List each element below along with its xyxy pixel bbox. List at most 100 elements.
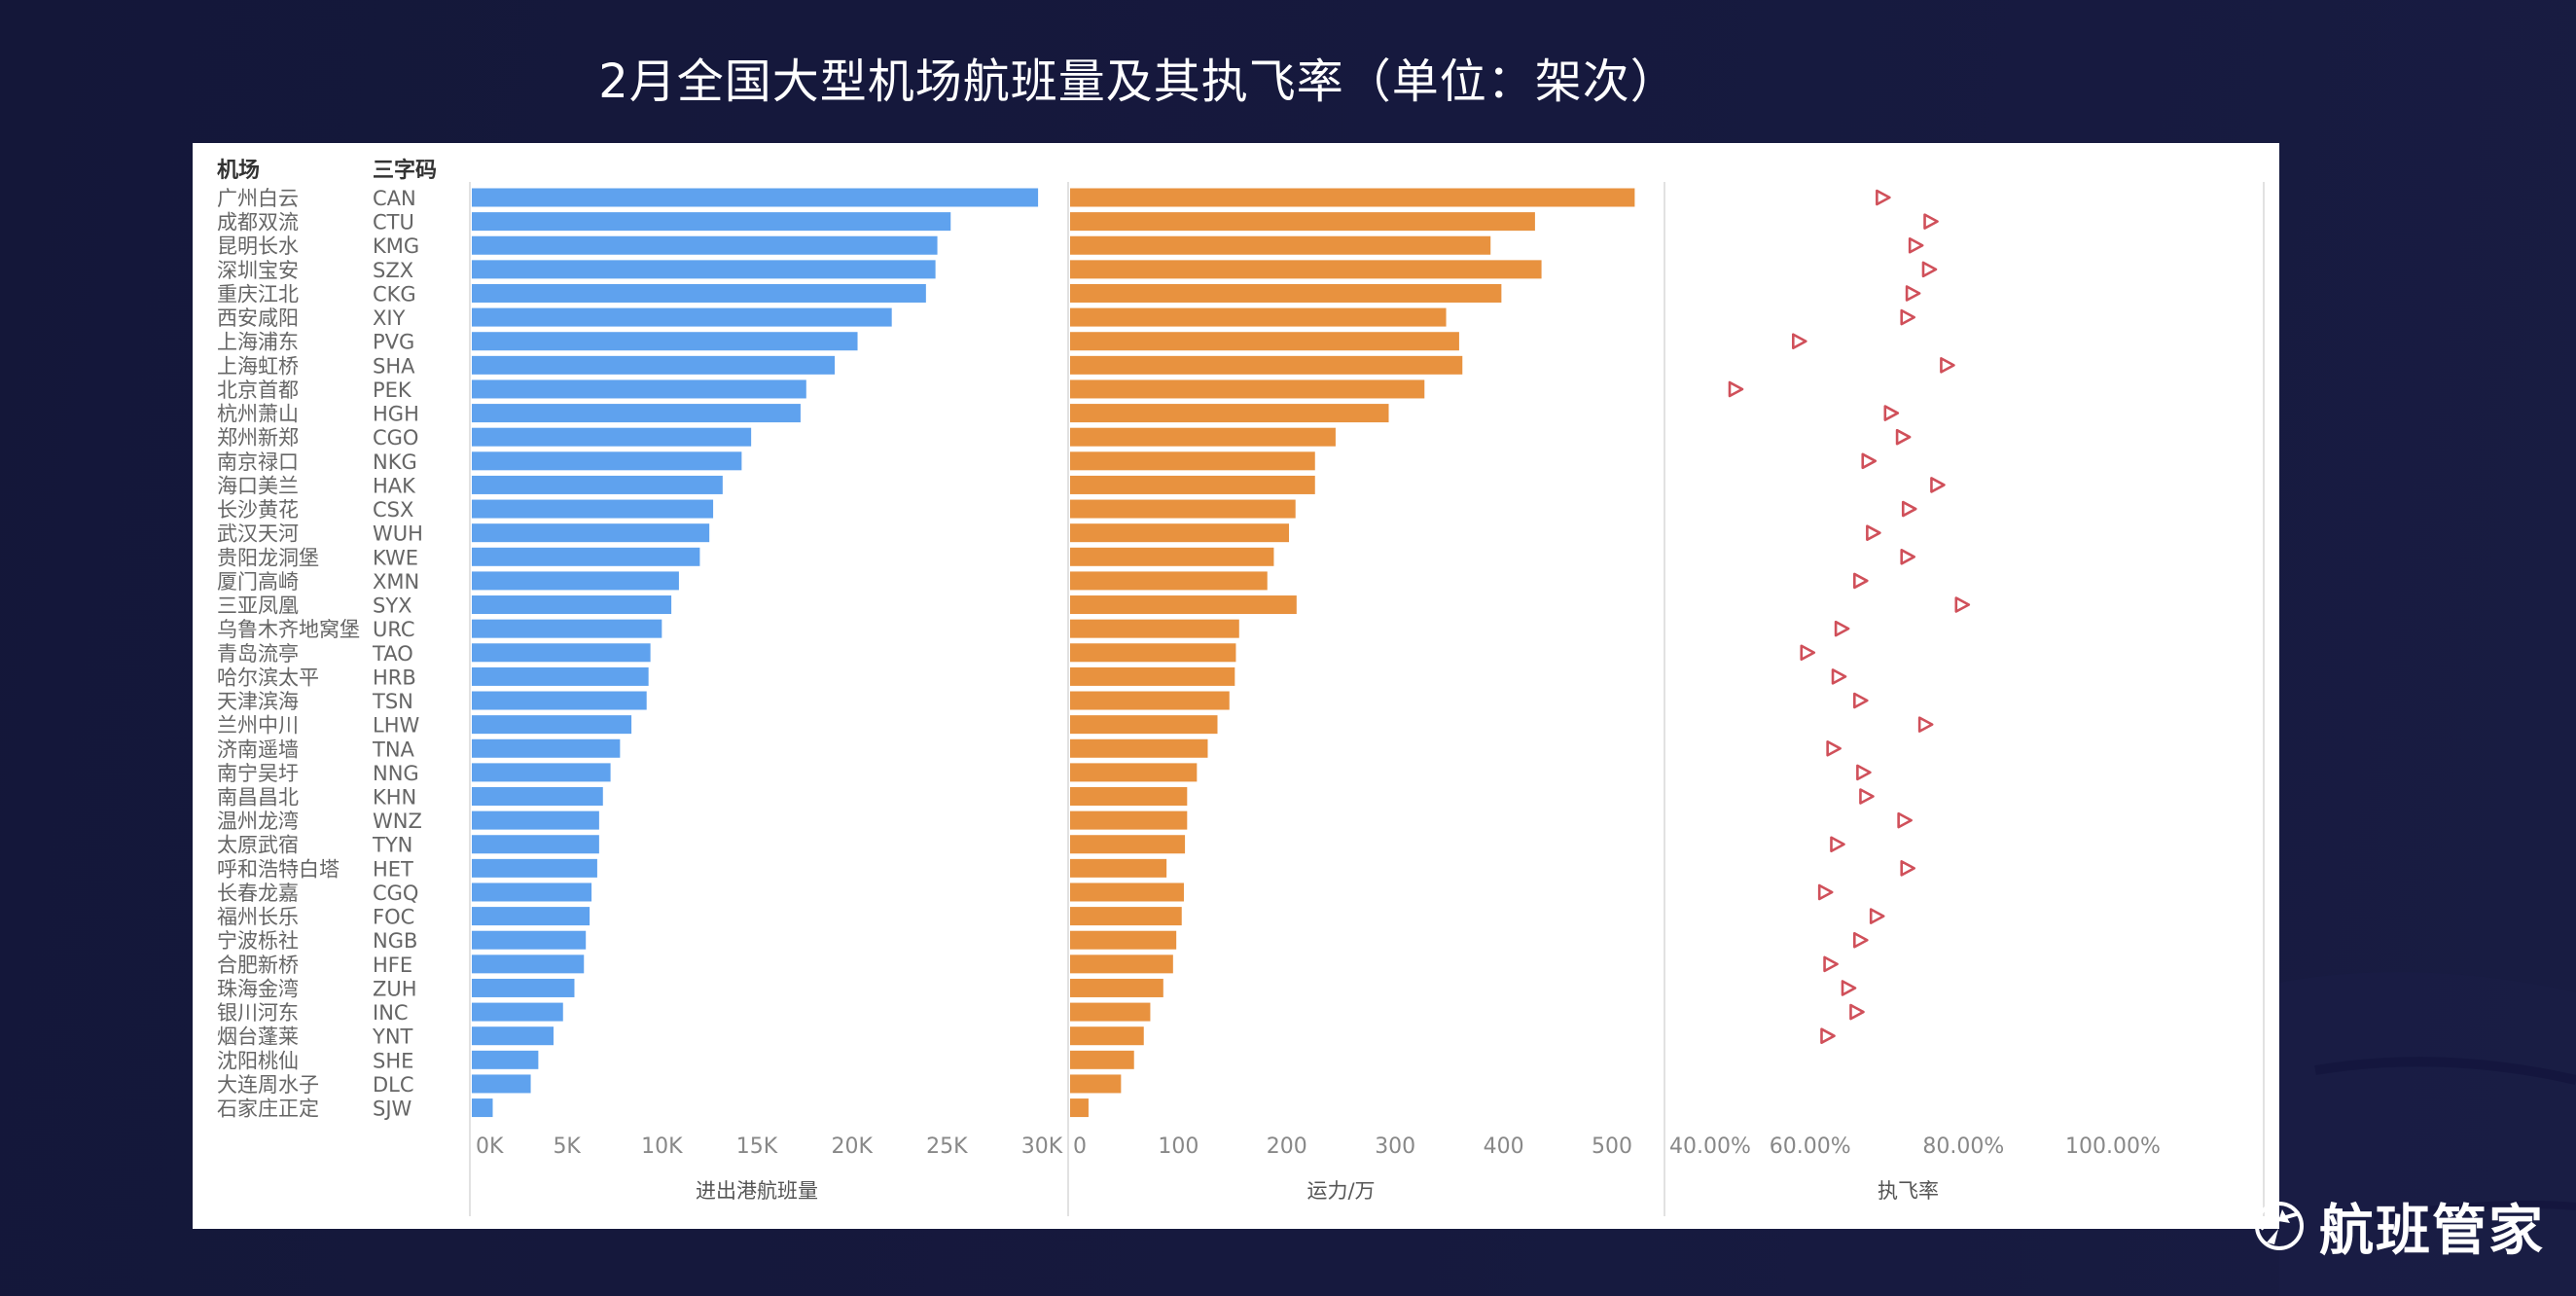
airport-column-header: 机场 (217, 159, 260, 183)
airport-code-label: HAK (373, 474, 416, 497)
airport-name-label: 兰州中川 (217, 714, 299, 738)
flights-bar (472, 1074, 531, 1094)
flights-bar (472, 930, 587, 950)
capacity-bar (1070, 1074, 1122, 1094)
flights-bar (472, 835, 599, 854)
execution-rate-marker (1901, 500, 1917, 518)
airport-name-label: 南京禄口 (217, 450, 299, 474)
axis-tick-label: 300 (1375, 1134, 1415, 1159)
capacity-bar (1070, 427, 1336, 447)
flights-bar (472, 643, 651, 663)
flights-bar (472, 188, 1039, 207)
capacity-bar (1070, 307, 1447, 327)
flights-bar (472, 523, 710, 543)
airport-code-label: CKG (373, 282, 416, 306)
execution-rate-marker (1923, 213, 1939, 230)
capacity-bar (1070, 738, 1208, 758)
capacity-bar (1070, 451, 1315, 471)
execution-rate-marker (1908, 236, 1924, 254)
capacity-bar (1070, 475, 1315, 494)
capacity-bar (1070, 235, 1491, 255)
capacity-bar (1070, 260, 1542, 279)
chart-title: 2月全国大型机场航班量及其执飞率（单位：架次） (598, 54, 1678, 109)
flights-bar (472, 235, 938, 255)
axis-tick-label: 15K (736, 1134, 778, 1159)
axis-title: 运力/万 (1306, 1179, 1375, 1203)
airport-name-label: 温州龙湾 (217, 810, 299, 833)
execution-rate-marker (1876, 189, 1891, 206)
flights-bar (472, 499, 714, 519)
execution-rate-marker (1883, 405, 1900, 421)
airport-name-label: 珠海金湾 (217, 977, 299, 1000)
execution-rate-marker (1861, 452, 1878, 470)
capacity-bar (1070, 882, 1184, 902)
airport-code-label: SJW (373, 1098, 412, 1121)
airport-code-label: HGH (373, 403, 419, 426)
capacity-bar (1070, 666, 1235, 686)
axis-tick-label: 40.00% (1669, 1134, 1751, 1159)
execution-rate-marker (1823, 955, 1839, 973)
execution-rate-marker (1800, 644, 1816, 662)
axis-tick-label: 200 (1267, 1134, 1307, 1159)
execution-rate-marker (1817, 883, 1834, 901)
capacity-bar (1070, 355, 1463, 375)
capacity-bar (1070, 283, 1502, 303)
brand-name: 航班管家 (2319, 1199, 2545, 1263)
airport-code-label: SYX (373, 594, 412, 618)
chart-panel: 机场 三字码 广州白云 CAN 成都双流 CTU 昆明长水 KMG 深圳宝安 SZX 重庆江北 CKG… (193, 143, 2279, 1229)
airport-code-label: HET (373, 857, 413, 881)
airport-code-label: KWE (373, 546, 418, 569)
flights-bar (472, 763, 611, 782)
airport-name-label: 海口美兰 (217, 474, 299, 497)
airport-name-label: 乌鲁木齐地窝堡 (217, 618, 360, 641)
flights-bar (472, 1026, 554, 1046)
capacity-bar (1070, 691, 1230, 710)
airport-code-label: CTU (373, 211, 414, 234)
capacity-bar (1070, 212, 1535, 232)
flights-bar (472, 954, 585, 974)
flights-bar (472, 1050, 539, 1069)
flights-bar (472, 666, 649, 686)
code-column-header: 三字码 (373, 158, 437, 183)
airport-code-label: CAN (373, 187, 416, 210)
execution-rate-marker (1792, 333, 1807, 350)
airport-code-label: URC (373, 618, 415, 641)
airport-code-label: CGQ (373, 882, 418, 905)
airport-name-label: 大连周水子 (217, 1073, 319, 1097)
airport-name-label: 烟台蓬莱 (217, 1026, 299, 1049)
airport-name-label: 重庆江北 (217, 282, 299, 306)
flights-bar (472, 307, 892, 327)
axis-title: 进出港航班量 (696, 1179, 818, 1203)
airport-name-label: 沈阳桃仙 (217, 1049, 299, 1072)
execution-rate-marker (1930, 477, 1946, 493)
globe-plane-icon (2255, 1202, 2304, 1250)
capacity-bar (1070, 619, 1239, 638)
execution-rate-marker (1866, 524, 1881, 541)
axis-tick-label: 20K (831, 1134, 873, 1159)
airport-code-label: FOC (373, 906, 414, 929)
airport-name-label: 武汉天河 (217, 522, 299, 546)
airport-code-label: YNT (372, 1026, 413, 1049)
airport-name-label: 宁波栎社 (217, 929, 299, 953)
flights-bar (472, 283, 926, 303)
axis-tick-label: 400 (1484, 1134, 1524, 1159)
airport-name-label: 太原武宿 (217, 834, 299, 857)
capacity-bar (1070, 763, 1198, 782)
execution-rate-marker (1954, 596, 1971, 613)
capacity-bar (1070, 332, 1459, 351)
execution-rate-marker (1849, 1003, 1865, 1021)
airport-code-label: WNZ (373, 810, 422, 833)
flights-bar (472, 475, 723, 494)
airport-name-label: 南宁吴圩 (217, 762, 299, 785)
capacity-bar (1070, 1026, 1144, 1046)
execution-rate-marker (1921, 261, 1938, 278)
flights-bar (472, 619, 662, 638)
airport-name-label: 天津滨海 (217, 690, 299, 713)
capacity-bar (1070, 547, 1274, 566)
capacity-bar (1070, 954, 1173, 974)
airport-name-label: 银川河东 (217, 1001, 299, 1025)
flights-bar (472, 907, 590, 926)
airport-code-label: SHA (373, 354, 415, 378)
execution-rate-marker (1897, 811, 1913, 829)
airport-name-label: 石家庄正定 (217, 1098, 319, 1121)
